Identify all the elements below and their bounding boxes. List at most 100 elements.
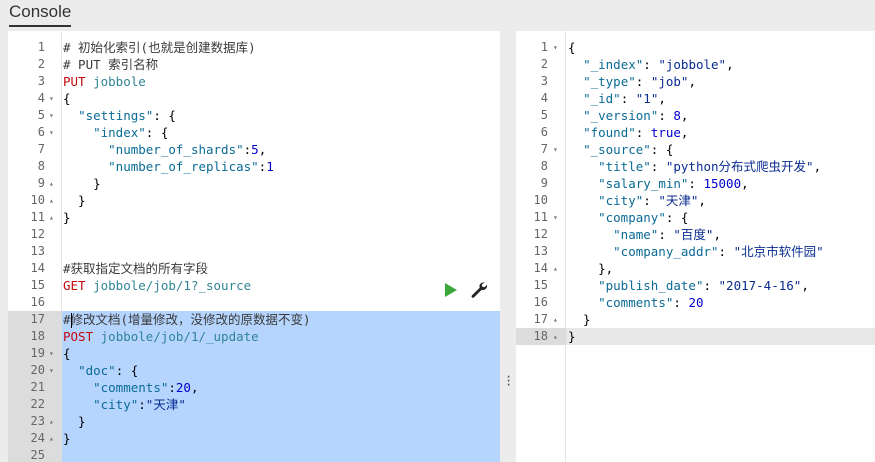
code-text: "doc": { — [78, 363, 139, 378]
response-viewer[interactable]: 1 ▾{2 "_index": "jobbole", 3 "_type": "job… — [516, 31, 875, 462]
response-line: 4 "_id": "1", — [516, 90, 875, 107]
wrench-icon[interactable] — [470, 281, 488, 299]
code-text: "city": "天津", — [598, 193, 706, 208]
line-number: 8 — [37, 159, 45, 173]
line-number: 2 — [37, 57, 45, 71]
request-line: 25 — [8, 447, 500, 462]
request-line: 19 ▾ { — [8, 345, 500, 362]
unfold-arrow-icon[interactable]: ▴ — [49, 430, 54, 447]
line-number: 2 — [540, 57, 548, 71]
line-number: 25 — [30, 448, 45, 462]
line-number: 10 — [30, 193, 45, 207]
code-text: "comments": 20 — [598, 295, 704, 310]
code-text: } — [568, 312, 591, 327]
response-line: 5 "_version": 8, — [516, 107, 875, 124]
line-number: 16 — [533, 295, 548, 309]
request-line: 7 "number_of_shards":5, — [8, 141, 500, 158]
request-line: 17 #修改文档(增量修改，没修改的原数据不变) — [8, 311, 500, 328]
line-number: 7 — [540, 142, 548, 156]
response-line: 12 "name": "百度", — [516, 226, 875, 243]
vertical-dots-icon: · · · — [505, 370, 513, 392]
code-text: "company": { — [598, 210, 689, 225]
code-text: "salary_min": 15000, — [598, 176, 749, 191]
code-text: "settings": { — [78, 108, 176, 123]
response-line: 10 "city": "天津", — [516, 192, 875, 209]
request-line: 12 — [8, 226, 500, 243]
request-line: 3 PUT jobbole — [8, 73, 500, 90]
text-cursor — [71, 313, 72, 328]
line-number: 12 — [30, 227, 45, 241]
line-number: 10 — [533, 193, 548, 207]
fold-arrow-icon[interactable]: ▾ — [49, 124, 54, 141]
code-text: "publish_date": "2017-4-16", — [598, 278, 809, 293]
unfold-arrow-icon[interactable]: ▴ — [49, 413, 54, 430]
unfold-arrow-icon[interactable]: ▴ — [553, 260, 558, 277]
unfold-arrow-icon[interactable]: ▴ — [49, 192, 54, 209]
code-text: } — [63, 414, 86, 429]
line-number: 3 — [540, 74, 548, 88]
response-line: 17 ▴ } — [516, 311, 875, 328]
line-number: 16 — [30, 295, 45, 309]
request-line: 11 ▴} — [8, 209, 500, 226]
line-number: 22 — [30, 397, 45, 411]
fold-arrow-icon[interactable]: ▾ — [553, 209, 558, 226]
code-text: }, — [568, 261, 614, 276]
unfold-arrow-icon[interactable]: ▴ — [49, 175, 54, 192]
play-icon[interactable] — [445, 283, 457, 297]
line-number: 14 — [533, 261, 548, 275]
code-text: { — [63, 91, 71, 106]
line-number: 24 — [30, 431, 45, 445]
line-number: 3 — [37, 74, 45, 88]
response-line: 14 ▴ }, — [516, 260, 875, 277]
top-bar: Console — [0, 0, 875, 30]
request-line: 5 ▾ "settings": { — [8, 107, 500, 124]
fold-arrow-icon[interactable]: ▾ — [49, 345, 54, 362]
fold-arrow-icon[interactable]: ▾ — [553, 141, 558, 158]
code-text: "_version": 8, — [583, 108, 689, 123]
request-editor[interactable]: 1 # 初始化索引(也就是创建数据库) 2 # PUT 索引名称 3 PUT jobbol… — [8, 31, 500, 462]
line-number: 12 — [533, 227, 548, 241]
fold-arrow-icon[interactable]: ▾ — [49, 107, 54, 124]
line-number: 20 — [30, 363, 45, 377]
line-number: 6 — [540, 125, 548, 139]
request-line: 4 ▾ { — [8, 90, 500, 107]
request-line: 18 POST jobbole/job/1/_update — [8, 328, 500, 345]
request-line: 10 ▴ } — [8, 192, 500, 209]
request-line: 13 — [8, 243, 500, 260]
response-line: 9 "salary_min": 15000, — [516, 175, 875, 192]
fold-arrow-icon[interactable]: ▾ — [553, 39, 558, 56]
code-text: } — [63, 431, 71, 446]
code-text: { — [63, 346, 71, 361]
unfold-arrow-icon[interactable]: ▴ — [553, 328, 558, 345]
code-text: "_index": "jobbole", — [583, 57, 734, 72]
request-line: 16 — [8, 294, 500, 311]
response-line: 13 "company_addr": "北京市软件园" — [516, 243, 875, 260]
response-line: 16 "comments": 20 — [516, 294, 875, 311]
code-text: } — [63, 176, 101, 191]
code-text: "_source": { — [583, 142, 674, 157]
unfold-arrow-icon[interactable]: ▴ — [49, 209, 54, 226]
fold-arrow-icon[interactable]: ▾ — [49, 90, 54, 107]
request-line: 1 # 初始化索引(也就是创建数据库) — [8, 39, 500, 56]
fold-arrow-icon[interactable]: ▾ — [49, 362, 54, 379]
request-line: 8 "number_of_replicas":1 — [8, 158, 500, 175]
code-text: } — [63, 193, 86, 208]
unfold-arrow-icon[interactable]: ▴ — [553, 311, 558, 328]
pane-splitter[interactable]: · · · — [500, 31, 516, 462]
request-line: 24 ▴} — [8, 430, 500, 447]
code-text: "found": true, — [583, 125, 689, 140]
line-number: 5 — [540, 108, 548, 122]
code-text: "number_of_replicas":1 — [108, 159, 274, 174]
response-line: 1 ▾ { — [516, 39, 875, 56]
line-number: 11 — [533, 210, 548, 224]
line-number: 15 — [533, 278, 548, 292]
code-text: "number_of_shards":5, — [108, 142, 267, 157]
line-number: 21 — [30, 380, 45, 394]
code-text: #获取指定文档的所有字段 — [63, 261, 209, 276]
code-text: # 初始化索引(也就是创建数据库) — [63, 40, 256, 55]
request-line: 6 ▾ "index": { — [8, 124, 500, 141]
tab-console[interactable]: Console — [9, 2, 72, 27]
line-number: 23 — [30, 414, 45, 428]
line-number: 18 — [533, 329, 548, 343]
request-line: 15 GET jobbole/job/1?_source — [8, 277, 500, 294]
